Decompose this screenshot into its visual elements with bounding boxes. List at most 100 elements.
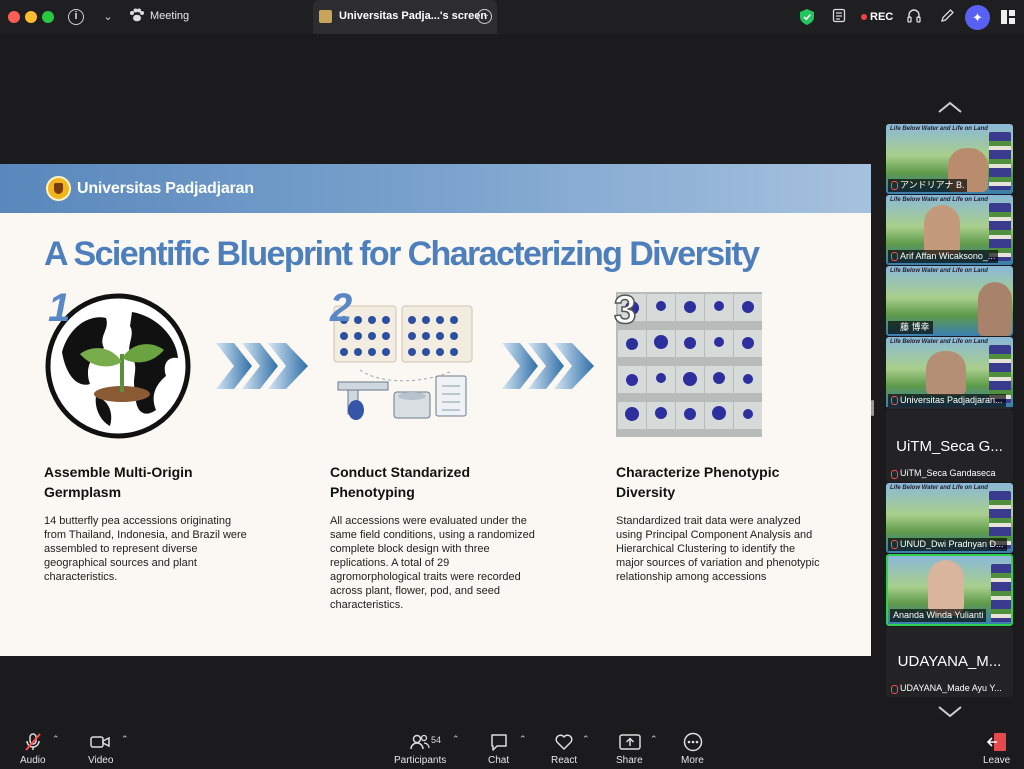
- participant-tile[interactable]: UDAYANA_M... UDAYANA_Made Ayu Y...: [886, 627, 1013, 697]
- step-2-description: All accessions were evaluated under the …: [330, 515, 535, 611]
- participant-name: Universitas Padjadjaran...: [888, 394, 1006, 407]
- step-1-heading-line1: Assemble Multi-Origin: [44, 464, 193, 480]
- chevron-arrows-icon: [216, 343, 308, 389]
- slide-header-band: Universitas Padjadjaran: [0, 164, 871, 213]
- participant-name: UiTM_Seca Gandaseca: [888, 468, 996, 479]
- participants-options-caret-icon[interactable]: ⌃: [452, 734, 460, 745]
- leave-door-icon: [986, 733, 1006, 751]
- university-logo: [46, 176, 71, 201]
- share-options-caret-icon[interactable]: ⌃: [650, 734, 658, 745]
- participant-name: 藤 博幸: [888, 321, 933, 334]
- step-1-heading-line2: Germplasm: [44, 484, 122, 500]
- step-2-heading-line2: Phenotyping: [330, 484, 415, 500]
- video-options-caret-icon[interactable]: ⌃: [121, 734, 129, 745]
- participants-icon: [410, 734, 430, 750]
- meeting-tab-label[interactable]: Meeting: [150, 10, 189, 22]
- participants-button[interactable]: 54 Participants: [390, 722, 450, 769]
- recording-dot-icon: [861, 14, 867, 20]
- university-name: Universitas Padjadjaran: [77, 180, 254, 197]
- mic-muted-icon: [891, 252, 898, 261]
- participant-tile[interactable]: Life Below Water and Life on Land UNUD_D…: [886, 483, 1013, 553]
- participants-label: Participants: [394, 755, 447, 766]
- participant-name: Ananda Winda Yulianti: [890, 609, 987, 622]
- leave-label: Leave: [983, 755, 1011, 766]
- annotate-pen-icon[interactable]: [938, 8, 956, 26]
- mic-muted-icon: [891, 470, 898, 479]
- chat-options-caret-icon[interactable]: ⌃: [519, 734, 527, 745]
- view-layout-icon[interactable]: [1001, 10, 1015, 24]
- info-icon[interactable]: i: [68, 9, 84, 25]
- share-screen-icon: [619, 734, 641, 750]
- share-button[interactable]: Share: [614, 722, 646, 769]
- chevron-arrows-icon: [502, 343, 594, 389]
- more-options-icon[interactable]: ···: [477, 9, 492, 24]
- gallery-scroll-up-icon[interactable]: [937, 100, 963, 114]
- chat-button[interactable]: Chat: [484, 722, 514, 769]
- step-1-heading: Assemble Multi-Origin Germplasm: [44, 462, 264, 502]
- participant-tile[interactable]: Life Below Water and Life on Land Univer…: [886, 337, 1013, 409]
- audio-button[interactable]: Audio: [14, 722, 50, 769]
- audio-options-caret-icon[interactable]: ⌃: [52, 734, 60, 745]
- participant-name: UNUD_Dwi Pradnyan D...: [888, 538, 1007, 551]
- mic-muted-icon: [891, 685, 898, 694]
- chevron-down-icon[interactable]: ⌄: [99, 8, 117, 26]
- panel-resize-handle[interactable]: [871, 400, 874, 416]
- virtual-background-banner: Life Below Water and Life on Land: [890, 126, 988, 132]
- video-button[interactable]: Video: [84, 722, 118, 769]
- step-number-1: 1: [48, 286, 71, 330]
- step-3-description: Standardized trait data were analyzed us…: [616, 515, 820, 583]
- presenter-avatar: [319, 10, 332, 23]
- active-speaker-tile[interactable]: Ananda Winda Yulianti: [886, 554, 1013, 626]
- slide-title: A Scientific Blueprint for Characterizin…: [44, 235, 760, 273]
- flower-specimen-photo-grid: [616, 292, 762, 437]
- participants-count: 54: [431, 735, 442, 745]
- screen-share-tab-label: Universitas Padja...'s screen: [339, 10, 488, 22]
- gallery-scroll-down-icon[interactable]: [937, 705, 963, 719]
- step-3-heading-line2: Diversity: [616, 484, 676, 500]
- zoom-window-button[interactable]: [42, 11, 54, 23]
- react-options-caret-icon[interactable]: ⌃: [582, 734, 590, 745]
- participant-tile[interactable]: Life Below Water and Life on Land Arif A…: [886, 195, 1013, 265]
- more-button[interactable]: More: [678, 722, 708, 769]
- participant-tile[interactable]: Life Below Water and Life on Land 藤 博幸: [886, 266, 1013, 336]
- participant-display-name: UDAYANA_M...: [897, 653, 1002, 670]
- step-3-heading: Characterize Phenotypic Diversity: [616, 462, 836, 502]
- chat-bubble-icon: [491, 734, 507, 751]
- mic-muted-icon: [891, 540, 898, 549]
- step-2-heading-line1: Conduct Standarized: [330, 464, 471, 480]
- title-bar: i ⌄ Meeting Universitas Padja...'s scree…: [0, 0, 1024, 34]
- recording-label[interactable]: REC: [870, 11, 893, 23]
- step-3-heading-line1: Characterize Phenotypic: [616, 464, 780, 480]
- virtual-background-banner: Life Below Water and Life on Land: [890, 485, 988, 491]
- step-1-description: 14 butterfly pea accessions originating …: [44, 515, 247, 583]
- shield-icon[interactable]: [800, 9, 814, 25]
- participant-name: Arif Affan Wicaksono_...: [888, 250, 999, 263]
- screen-share-tab[interactable]: Universitas Padja...'s screen ···: [313, 0, 497, 34]
- headset-icon[interactable]: [905, 8, 923, 26]
- mic-muted-icon: [891, 181, 898, 190]
- mic-muted-icon: [891, 396, 898, 405]
- leave-button[interactable]: Leave: [980, 722, 1014, 769]
- chat-label: Chat: [488, 755, 510, 766]
- participant-tile[interactable]: UiTM_Seca G... UiTM_Seca Gandaseca: [886, 410, 1013, 482]
- ai-companion-button[interactable]: ✦: [965, 5, 990, 30]
- more-label: More: [681, 755, 704, 766]
- participant-name: UDAYANA_Made Ayu Y...: [888, 683, 1002, 694]
- step-number-2: 2: [330, 286, 353, 330]
- virtual-background-banner: Life Below Water and Life on Land: [890, 197, 988, 203]
- participant-name: アンドリアナ B.: [888, 179, 968, 192]
- participant-tile[interactable]: Life Below Water and Life on Land アンドリアナ…: [886, 124, 1013, 194]
- captions-icon[interactable]: [830, 8, 848, 26]
- share-label: Share: [616, 755, 643, 766]
- audio-label: Audio: [20, 755, 46, 766]
- meeting-controls-toolbar: Audio ⌃ Video ⌃ 54 Participants ⌃ Chat ⌃…: [0, 722, 1024, 769]
- react-label: React: [551, 755, 578, 766]
- video-label: Video: [88, 755, 114, 766]
- participant-display-name: UiTM_Seca G...: [896, 438, 1003, 455]
- virtual-background-banner: Life Below Water and Life on Land: [890, 339, 988, 345]
- react-button[interactable]: React: [548, 722, 580, 769]
- step-2-heading: Conduct Standarized Phenotyping: [330, 462, 550, 502]
- minimize-window-button[interactable]: [25, 11, 37, 23]
- video-camera-icon: [90, 736, 110, 748]
- close-window-button[interactable]: [8, 11, 20, 23]
